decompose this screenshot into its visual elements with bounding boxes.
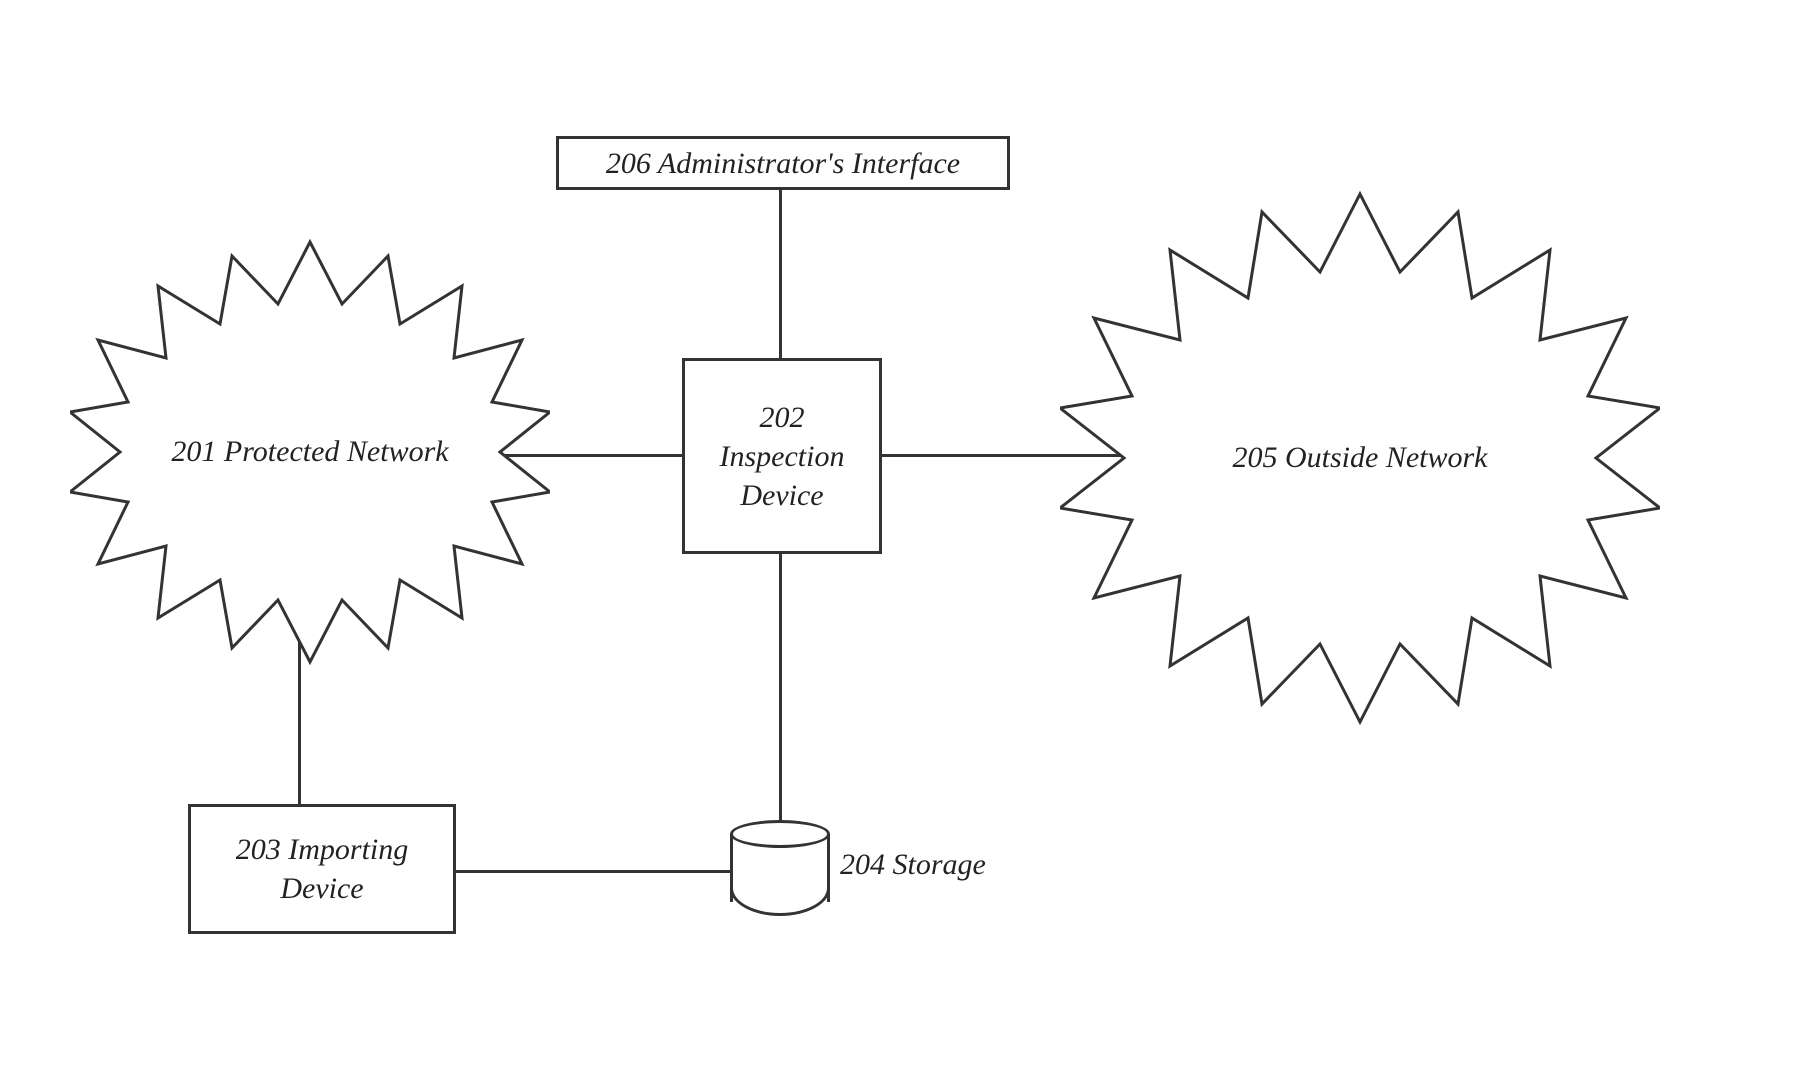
edge-admin-to-inspection <box>779 188 782 360</box>
importing-device-label: 203 Importing Device <box>201 830 443 908</box>
diagram-canvas: 206 Administrator's Interface 202 Inspec… <box>0 0 1808 1071</box>
storage-label: 204 Storage <box>840 848 986 882</box>
node-protected-network: 201 Protected Network <box>70 212 550 692</box>
outside-network-label: 205 Outside Network <box>1233 438 1488 479</box>
node-inspection-device: 202 Inspection Device <box>682 358 882 554</box>
node-importing-device: 203 Importing Device <box>188 804 456 934</box>
node-outside-network: 205 Outside Network <box>1060 158 1660 758</box>
node-storage <box>730 820 830 916</box>
node-admin-interface: 206 Administrator's Interface <box>556 136 1010 190</box>
protected-network-label: 201 Protected Network <box>171 432 448 473</box>
edge-inspection-to-storage <box>779 552 782 824</box>
inspection-device-label: 202 Inspection Device <box>695 398 869 515</box>
edge-importing-to-storage <box>454 870 732 873</box>
admin-interface-label: 206 Administrator's Interface <box>606 144 960 183</box>
